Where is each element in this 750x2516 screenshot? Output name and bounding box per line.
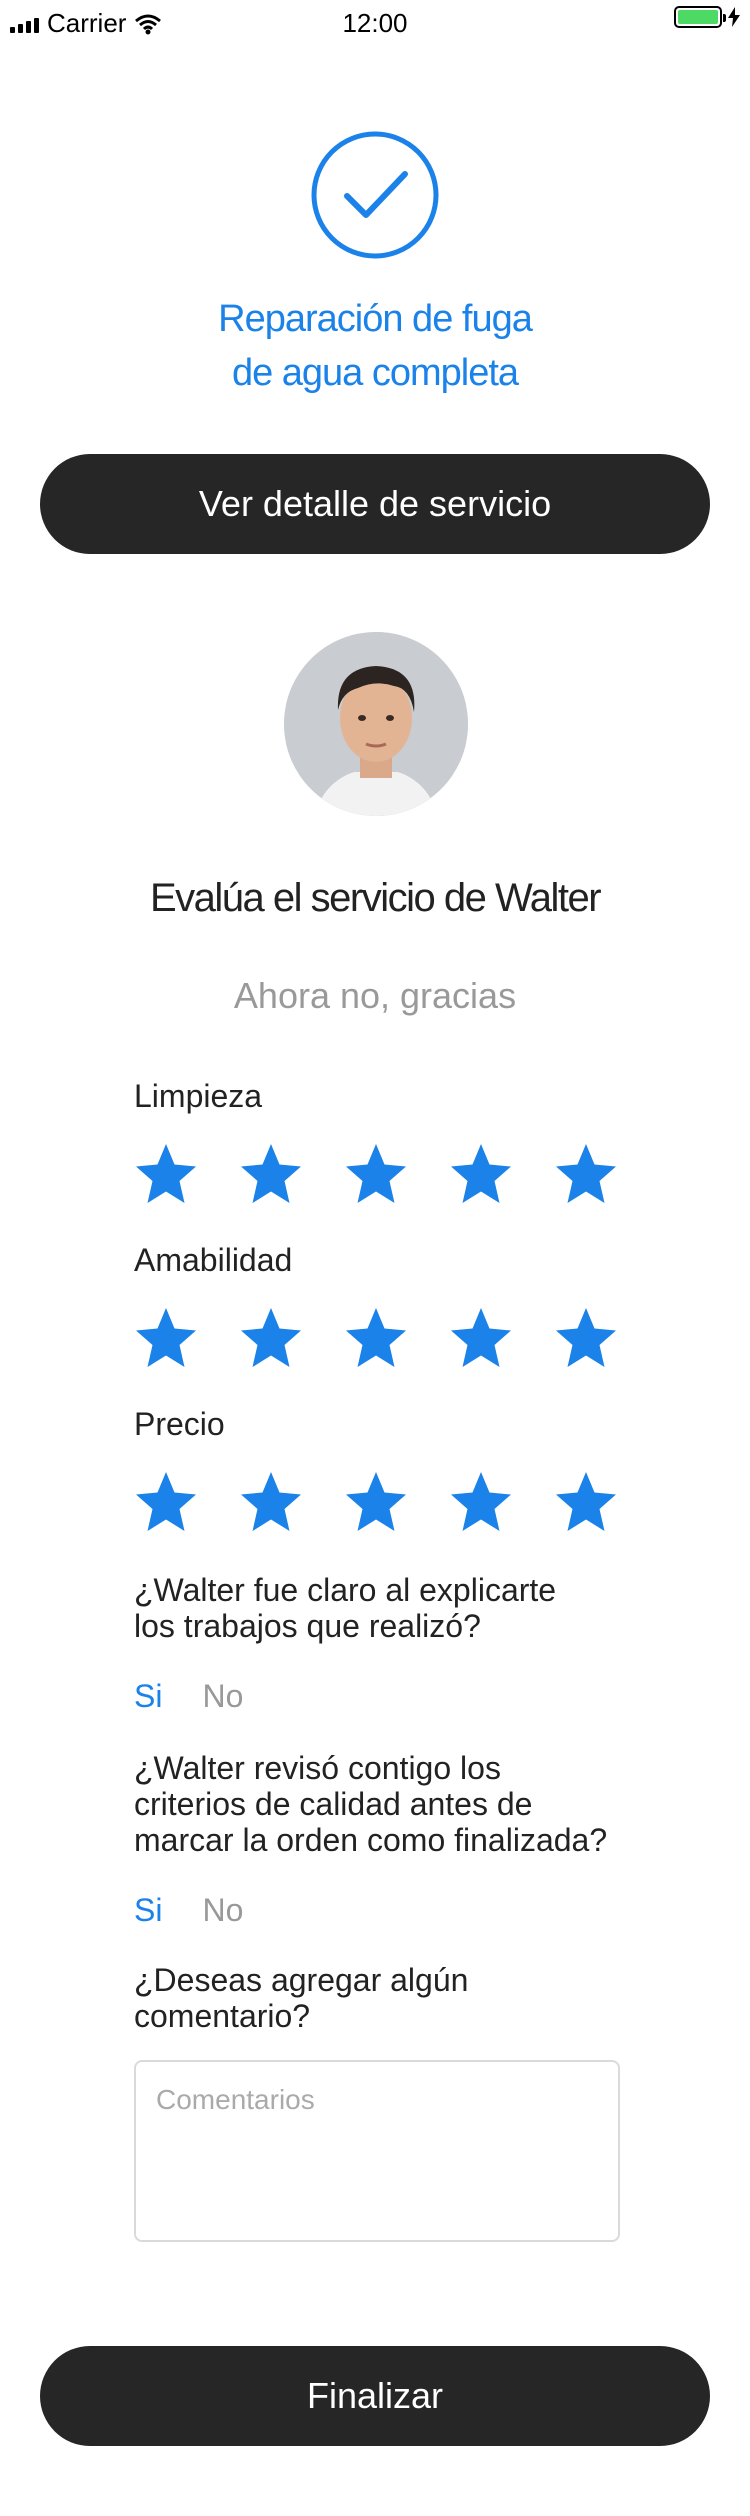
question-2-line-1: ¿Walter revisó contigo los — [134, 1750, 501, 1786]
service-detail-button[interactable]: Ver detalle de servicio — [40, 454, 710, 554]
comment-question-line-2: comentario? — [134, 1998, 311, 2034]
question-1-line-1: ¿Walter fue claro al explicarte — [134, 1572, 557, 1608]
rating-stars-precio — [134, 1470, 659, 1534]
question-2-options: Si No — [134, 1892, 243, 1929]
finish-button[interactable]: Finalizar — [40, 2346, 710, 2446]
star-icon[interactable] — [134, 1142, 198, 1206]
rating-stars-limpieza — [134, 1142, 659, 1206]
question-1-options: Si No — [134, 1678, 243, 1715]
status-time: 12:00 — [342, 8, 408, 38]
page-title: Reparación de fuga de agua completa — [0, 292, 750, 400]
rating-stars-amabilidad — [134, 1306, 659, 1370]
rating-label-precio: Precio — [134, 1406, 225, 1442]
question-2: ¿Walter revisó contigo los criterios de … — [134, 1750, 607, 1858]
avatar-photo — [284, 632, 468, 816]
comment-question-line-1: ¿Deseas agregar algún — [134, 1962, 469, 1998]
question-2-no[interactable]: No — [202, 1892, 243, 1929]
star-icon[interactable] — [449, 1306, 513, 1370]
rating-label-amabilidad: Amabilidad — [134, 1242, 293, 1278]
comment-field[interactable] — [134, 2060, 620, 2242]
rate-title: Evalúa el servicio de Walter — [149, 876, 602, 920]
star-icon[interactable] — [554, 1142, 618, 1206]
question-2-yes[interactable]: Si — [134, 1892, 162, 1929]
skip-link[interactable]: Ahora no, gracias — [0, 975, 750, 1017]
star-icon[interactable] — [239, 1306, 303, 1370]
question-2-line-2: criterios de calidad antes de — [134, 1786, 533, 1822]
question-1-yes[interactable]: Si — [134, 1678, 162, 1715]
avatar — [284, 632, 468, 816]
star-icon[interactable] — [554, 1470, 618, 1534]
title-line-2: de agua completa — [231, 352, 519, 394]
star-icon[interactable] — [134, 1470, 198, 1534]
star-icon[interactable] — [134, 1306, 198, 1370]
charging-icon — [728, 7, 740, 27]
title-line-1: Reparación de fuga — [218, 298, 533, 340]
star-icon[interactable] — [344, 1142, 408, 1206]
star-icon[interactable] — [449, 1470, 513, 1534]
question-1-no[interactable]: No — [202, 1678, 243, 1715]
question-2-line-3: marcar la orden como finalizada? — [134, 1822, 608, 1858]
status-right — [674, 6, 740, 28]
question-1: ¿Walter fue claro al explicarte los trab… — [134, 1572, 556, 1644]
comment-question: ¿Deseas agregar algún comentario? — [134, 1962, 468, 2034]
battery-icon — [674, 6, 726, 28]
star-icon[interactable] — [449, 1142, 513, 1206]
star-icon[interactable] — [239, 1142, 303, 1206]
status-bar: Carrier 12:00 — [0, 0, 750, 44]
star-icon[interactable] — [344, 1306, 408, 1370]
rating-label-limpieza: Limpieza — [134, 1078, 263, 1114]
star-icon[interactable] — [554, 1306, 618, 1370]
check-circle-icon — [310, 130, 440, 260]
question-1-line-2: los trabajos que realizó? — [134, 1608, 481, 1644]
star-icon[interactable] — [239, 1470, 303, 1534]
star-icon[interactable] — [344, 1470, 408, 1534]
